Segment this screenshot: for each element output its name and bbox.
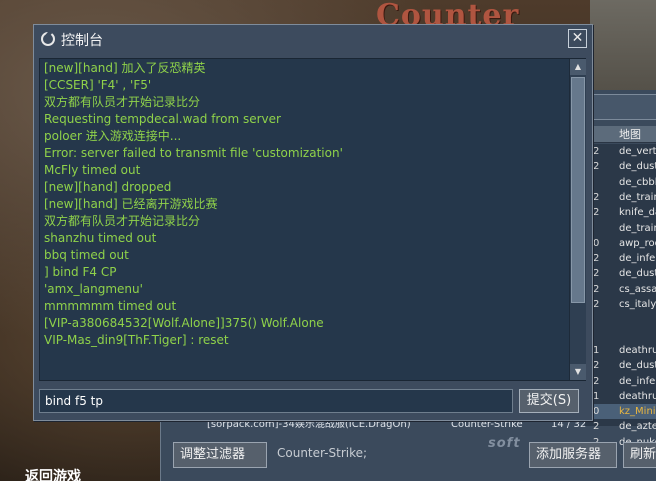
- console-line: McFly timed out: [44, 163, 141, 177]
- server-map: de_dust: [619, 161, 656, 173]
- server-row[interactable]: 2 knife_da: [585, 205, 656, 220]
- server-ping: 2: [593, 299, 600, 310]
- submit-button[interactable]: 提交(S): [519, 389, 579, 413]
- server-ping: 1: [593, 390, 600, 402]
- console-line: VIP-Mas_din9[ThF.Tiger] : reset: [44, 333, 229, 347]
- scroll-down-icon[interactable]: ▼: [570, 364, 586, 380]
- console-line: [CCSER] 'F4' , 'F5': [44, 78, 152, 92]
- server-row[interactable]: 2 cs_assa: [585, 282, 656, 297]
- server-map: knife_da: [619, 207, 656, 219]
- add-server-button[interactable]: 添加服务器: [529, 442, 617, 468]
- vertical-scrollbar[interactable]: ▲ ▼: [569, 59, 586, 380]
- server-row[interactable]: [585, 312, 656, 327]
- console-window: 控制台 ✕ [new][hand] 加入了反恐精英 [CCSER] 'F4' , …: [33, 24, 593, 421]
- server-list: 2 de_verti 2 de_dust de_cbbl 2 de_train 2 knife_…: [585, 144, 656, 448]
- server-map: cs_assa: [619, 283, 656, 295]
- server-row[interactable]: 2 de_dust: [585, 358, 656, 373]
- close-button[interactable]: ✕: [568, 29, 587, 48]
- server-ping: 2: [593, 283, 600, 295]
- console-line: 'amx_langmenu': [44, 282, 143, 296]
- server-row[interactable]: 2 cs_italy: [585, 297, 656, 312]
- map-column-header[interactable]: 地图: [585, 126, 656, 143]
- console-line: mmmmmm timed out: [44, 299, 177, 313]
- scroll-up-icon[interactable]: ▲: [570, 59, 586, 75]
- server-ping: 2: [593, 360, 600, 372]
- server-row[interactable]: 2 de_verti: [585, 144, 656, 159]
- server-ping: 1: [593, 344, 600, 356]
- site-watermark-logo: soft: [488, 436, 521, 451]
- refresh-button[interactable]: 刷新: [623, 442, 656, 468]
- server-map: cs_italy: [619, 299, 656, 310]
- server-ping: 2: [593, 253, 600, 265]
- console-line: Requesting tempdecal.wad from server: [44, 112, 281, 126]
- server-ping: 2: [593, 191, 600, 203]
- server-map: de_cbbl: [619, 176, 656, 188]
- server-ping: 2: [593, 268, 600, 280]
- console-line: [new][hand] 已经离开游戏比赛: [44, 197, 218, 211]
- console-line: ] bind F4 CP: [44, 265, 117, 279]
- scroll-thumb[interactable]: [571, 77, 585, 303]
- server-row[interactable]: 2 de_dust: [585, 266, 656, 281]
- server-map: de_verti: [619, 146, 656, 157]
- server-row[interactable]: 2 de_dust: [585, 159, 656, 174]
- change-filters-button[interactable]: 调整过滤器: [173, 442, 267, 468]
- server-row[interactable]: de_train: [585, 221, 656, 236]
- server-ping: 2: [593, 161, 600, 173]
- server-row[interactable]: de_cbbl: [585, 175, 656, 190]
- server-ping: 2: [593, 146, 600, 157]
- browser-tab[interactable]: [591, 94, 656, 120]
- command-input[interactable]: [39, 389, 513, 413]
- server-map: awp_roo: [619, 237, 656, 249]
- back-to-game-link[interactable]: 返回游戏: [25, 466, 81, 481]
- server-row[interactable]: 0 awp_roo: [585, 236, 656, 251]
- server-map: de_infer: [619, 253, 656, 265]
- server-row[interactable]: [585, 328, 656, 343]
- server-map: de_dust: [619, 360, 656, 372]
- console-lines: [new][hand] 加入了反恐精英 [CCSER] 'F4' , 'F5' 双方…: [44, 60, 564, 349]
- server-map: de_train: [619, 191, 656, 203]
- console-line: Error: server failed to transmit file 'c…: [44, 146, 343, 160]
- console-line: poloer 进入游戏连接中...: [44, 129, 182, 143]
- server-row[interactable]: 1 deathru: [585, 389, 656, 404]
- server-map: deathru: [619, 344, 656, 356]
- server-map: de_infer: [619, 375, 656, 387]
- console-line: shanzhu timed out: [44, 231, 157, 245]
- server-ping: 0: [593, 237, 600, 249]
- server-map: deathru: [619, 390, 656, 402]
- server-ping: 2: [593, 375, 600, 387]
- console-line: 双方都有队员才开始记录比分: [44, 214, 201, 228]
- server-row[interactable]: 2 de_infer: [585, 374, 656, 389]
- console-line: [new][hand] dropped: [44, 180, 172, 194]
- filter-summary: Counter-Strike;: [277, 446, 368, 460]
- server-row[interactable]: 2 de_infer: [585, 251, 656, 266]
- server-map: de_train: [619, 222, 656, 234]
- console-line: bbq timed out: [44, 248, 129, 262]
- steam-logo-icon: [41, 32, 55, 46]
- console-line: [new][hand] 加入了反恐精英: [44, 61, 206, 75]
- console-line: 双方都有队员才开始记录比分: [44, 95, 201, 109]
- server-row[interactable]: 2 de_train: [585, 190, 656, 205]
- server-row[interactable]: 1 deathru: [585, 343, 656, 358]
- server-map: de_dust: [619, 268, 656, 280]
- window-title: 控制台: [61, 33, 103, 49]
- console-line: [VIP-a380684532[Wolf.Alone]]375() Wolf.A…: [44, 316, 324, 330]
- console-output: [new][hand] 加入了反恐精英 [CCSER] 'F4' , 'F5' 双方…: [39, 58, 586, 381]
- server-ping: 2: [593, 207, 600, 219]
